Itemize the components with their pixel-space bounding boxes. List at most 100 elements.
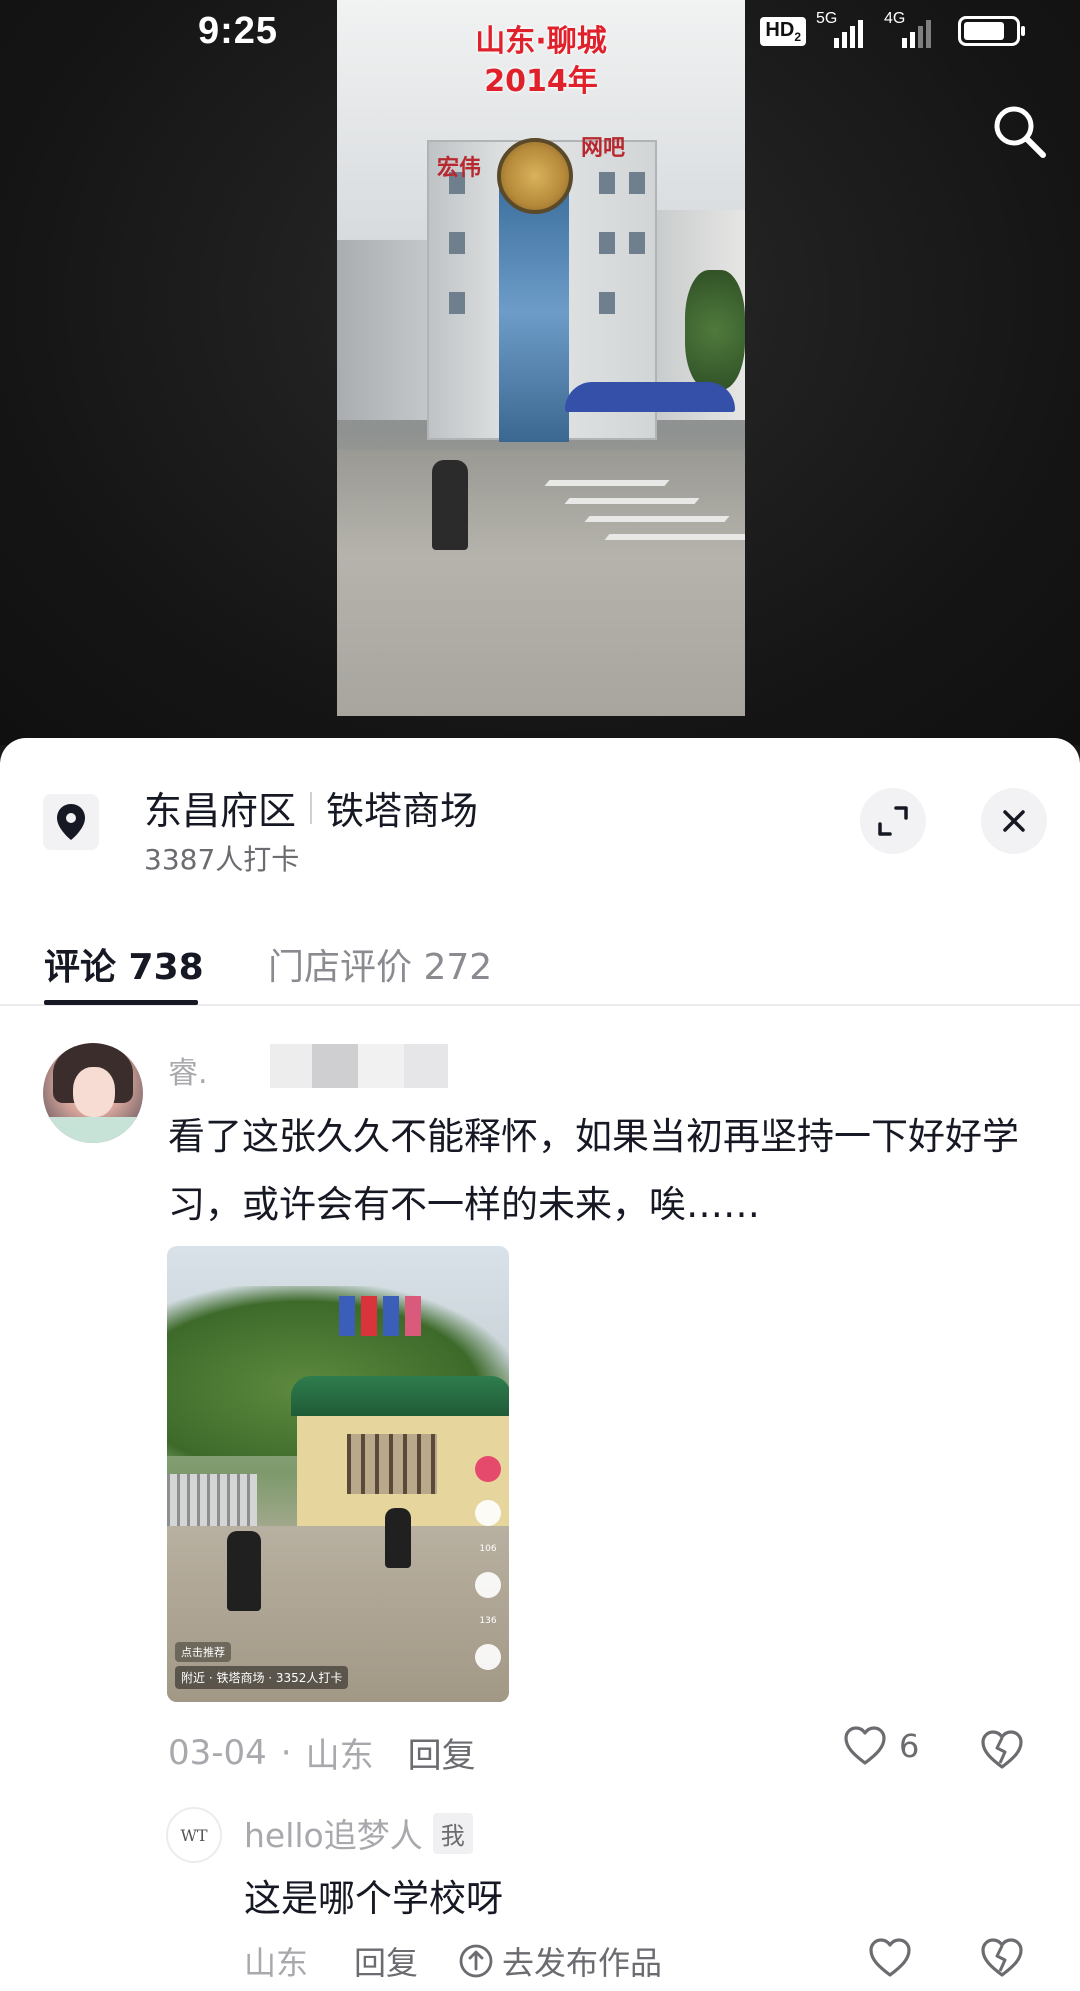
side-count-comments: 106: [479, 1544, 497, 1554]
comment-date: 03-04: [168, 1732, 267, 1773]
avatar-face: [73, 1067, 115, 1117]
signal-bar: [910, 32, 915, 48]
side-count-favorites: 136: [479, 1616, 497, 1626]
reply-region: 山东: [244, 1944, 309, 1982]
net-4g-label: 4G: [884, 10, 906, 27]
building-window: [599, 172, 615, 194]
place-district: 东昌府区: [144, 789, 297, 833]
title-divider: [310, 791, 313, 824]
heart-icon: [844, 1726, 886, 1765]
reply-meta: 山东 回复 去发布作品: [244, 1938, 662, 1984]
expand-button[interactable]: [860, 788, 926, 854]
video-tent: [565, 382, 735, 412]
hd-sub-label: 2: [794, 29, 801, 44]
sign-left: 宏伟: [437, 156, 482, 181]
video-tree: [685, 270, 745, 390]
tab-store-reviews[interactable]: 门店评价 272: [268, 938, 492, 990]
reply-user[interactable]: hello追梦人 我: [244, 1809, 473, 1857]
search-icon: [994, 106, 1046, 158]
blurred-name-part: [358, 1044, 404, 1088]
blurred-name-part: [270, 1044, 312, 1088]
scooter-rider: [385, 1508, 411, 1568]
signal-5g-icon: 5G: [816, 10, 874, 48]
close-button[interactable]: [981, 788, 1047, 854]
reply-text: 这是哪个学校呀: [244, 1877, 503, 1920]
battery-fill: [964, 22, 1004, 40]
close-icon: [1003, 810, 1025, 832]
broken-heart-icon: [981, 1730, 1023, 1769]
location-pin-icon: [43, 794, 99, 850]
gatehouse-window: [347, 1434, 437, 1494]
expand-icon: [878, 806, 908, 836]
building-window: [629, 232, 645, 254]
image-caption-bottom: 附近 · 铁塔商场 · 3352人打卡: [175, 1666, 349, 1689]
sign-right: 网吧: [581, 136, 626, 161]
tab-bar: 评论 738 门店评价 272: [0, 916, 1080, 1006]
signal-bar: [850, 26, 855, 48]
tab-comments[interactable]: 评论 738: [44, 938, 204, 990]
signal-4g-icon: 4G: [884, 10, 942, 48]
broken-heart-icon: [981, 1938, 1023, 1977]
signal-bar: [918, 26, 923, 48]
video-player[interactable]: 宏伟 网吧 山东·聊城 2014年: [337, 0, 745, 716]
video-background[interactable]: 宏伟 网吧 山东·聊城 2014年 9:25 HD2 5G 4G: [0, 0, 1080, 745]
signal-bar: [902, 38, 907, 48]
publish-work-button[interactable]: 去发布作品: [458, 1938, 662, 1984]
cyclist: [227, 1531, 261, 1611]
like-icon: [475, 1456, 501, 1482]
status-bar: 9:25 HD2 5G 4G: [0, 0, 1080, 70]
crosswalk-stripe: [584, 516, 730, 522]
upload-icon: [459, 1944, 493, 1978]
blurred-name-part: [312, 1044, 358, 1088]
reply-avatar[interactable]: WT: [166, 1807, 222, 1863]
building-logo-icon: [497, 138, 573, 214]
share-icon: [475, 1644, 501, 1670]
crosswalk-stripe: [564, 498, 700, 504]
crosswalk-stripe: [604, 534, 745, 540]
reply-dislike-button[interactable]: [980, 1938, 1024, 1982]
reply-reply-button[interactable]: 回复: [354, 1938, 418, 1984]
meta-dot: ·: [280, 1732, 292, 1773]
publish-label: 去发布作品: [502, 1944, 663, 1982]
flag: [383, 1296, 399, 1336]
tab-active-indicator: [44, 1000, 198, 1005]
blurred-name-part: [404, 1044, 448, 1088]
checkin-count: 3387人打卡: [144, 843, 300, 876]
reply-button[interactable]: 回复: [408, 1728, 476, 1777]
comment-text: 看了这张久久不能释怀，如果当初再坚持一下好好学习，或许会有不一样的未来，唉……: [168, 1115, 1019, 1226]
comment-username[interactable]: 睿.: [168, 1048, 208, 1092]
like-count: 6: [899, 1727, 920, 1765]
comment-icon: [475, 1500, 501, 1526]
flag: [405, 1296, 421, 1336]
video-road: [337, 450, 745, 716]
avatar[interactable]: [43, 1043, 143, 1143]
reply-like-button[interactable]: [868, 1938, 912, 1982]
search-button[interactable]: [986, 98, 1052, 164]
reply-username: hello追梦人: [244, 1816, 423, 1855]
dislike-button[interactable]: [980, 1730, 1024, 1774]
comment-image[interactable]: 106 136 点击推荐 附近 · 铁塔商场 · 3352人打卡: [167, 1246, 509, 1702]
comment-meta: 03-04 · 山东 回复: [168, 1728, 476, 1777]
comment-region: 山东: [305, 1736, 374, 1776]
battery-icon: [958, 16, 1025, 46]
gatehouse-roof: [291, 1376, 509, 1416]
status-time: 9:25: [198, 10, 279, 52]
video-left-building: [337, 240, 437, 420]
signal-bar: [926, 20, 931, 48]
image-side-actions: 106 136: [473, 1456, 503, 1670]
building-window: [449, 232, 465, 254]
star-icon: [475, 1572, 501, 1598]
building-window: [599, 232, 615, 254]
signal-bar: [842, 32, 847, 48]
place-name: 铁塔商场: [326, 789, 479, 833]
flag: [339, 1296, 355, 1336]
signal-bar: [834, 38, 839, 48]
place-title[interactable]: 东昌府区 铁塔商场: [144, 780, 478, 835]
status-icons: HD2 5G 4G: [760, 10, 1025, 48]
like-button[interactable]: 6: [843, 1726, 919, 1766]
image-caption-top: 点击推荐: [175, 1642, 231, 1662]
building-window: [449, 292, 465, 314]
hd-voice-icon: HD2: [760, 16, 806, 46]
heart-icon: [869, 1938, 911, 1977]
signal-bar: [858, 20, 863, 48]
